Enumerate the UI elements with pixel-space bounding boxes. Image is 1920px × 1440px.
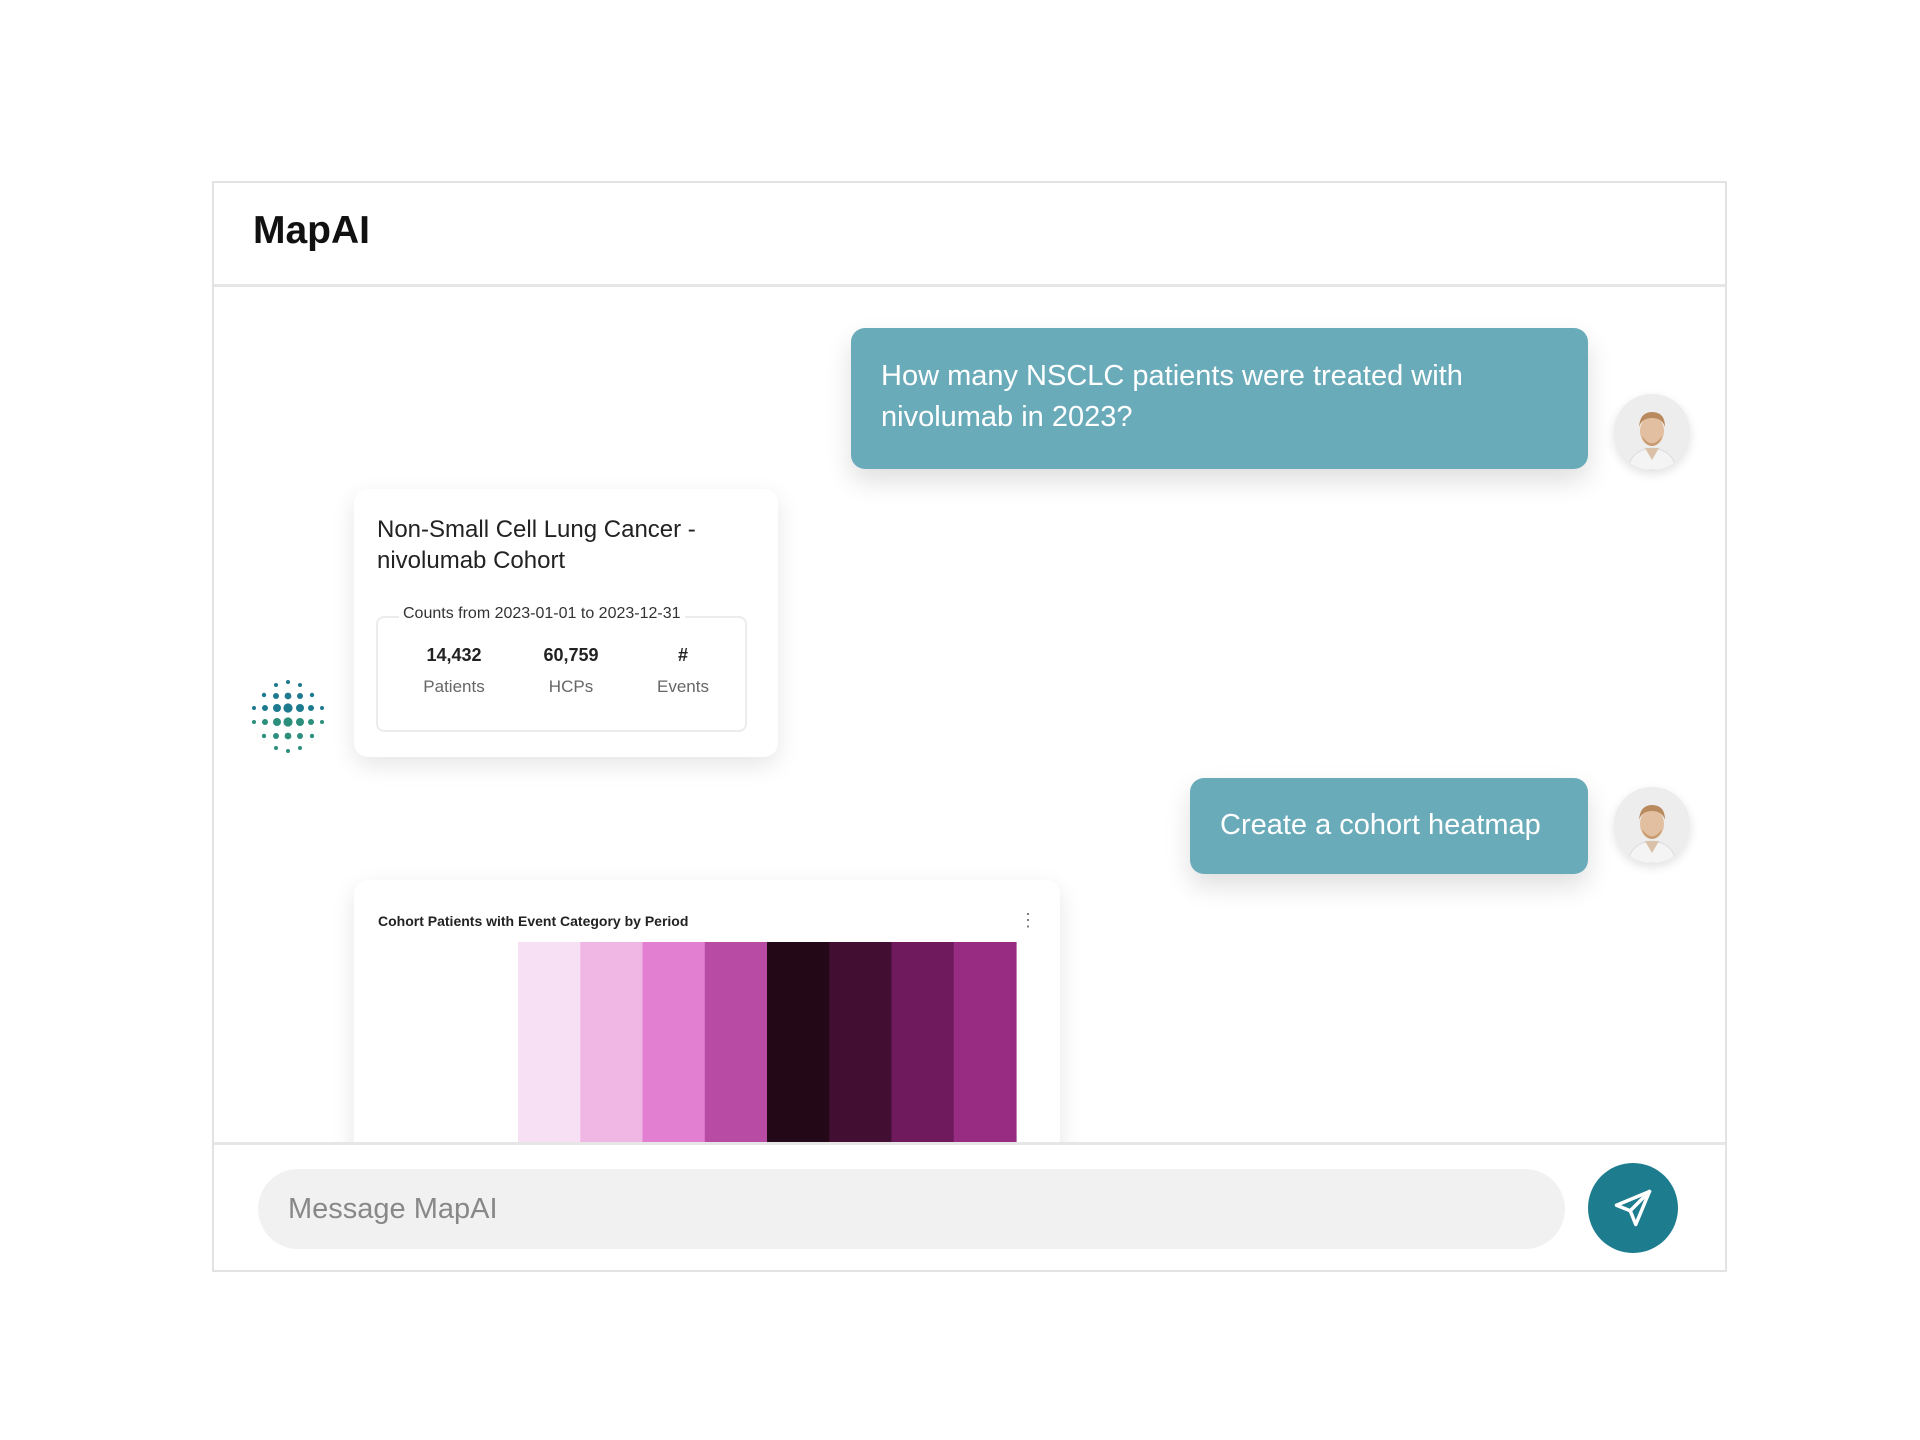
cohort-card-title: Non-Small Cell Lung Cancer - nivolumab C…: [377, 516, 696, 574]
mapai-dot-logo: [252, 680, 324, 753]
stat-patients: 14,432 Patients: [406, 644, 502, 697]
heatmap-cell: [580, 942, 644, 1142]
stat-value: 14,432: [426, 645, 482, 665]
stat-label: HCPs: [548, 677, 594, 696]
stat-hcps: 60,759 HCPs: [523, 644, 619, 697]
heatmap-cell: [518, 942, 581, 1142]
chat-thread[interactable]: How many NSCLC patients were treated wit…: [214, 287, 1725, 1142]
stat-label: Events: [657, 677, 709, 696]
heatmap-cell: [891, 942, 955, 1142]
heatmap-cell: [953, 942, 1017, 1142]
counts-box: Counts from 2023-01-01 to 2023-12-31 14,…: [376, 605, 747, 732]
heatmap-card: Cohort Patients with Event Category by P…: [354, 880, 1060, 1142]
heatmap-cell: [642, 942, 706, 1142]
composer-bar: [214, 1142, 1725, 1270]
chat-window: MapAI How many NSCLC patients were treat…: [212, 181, 1727, 1272]
heatmap-chart: [518, 942, 1017, 1142]
user-avatar-icon: [1614, 394, 1690, 470]
stat-value: #: [677, 645, 688, 665]
heatmap-cell: [767, 942, 830, 1142]
cohort-summary-card: Non-Small Cell Lung Cancer - nivolumab C…: [354, 489, 778, 757]
counts-date-range: Counts from 2023-01-01 to 2023-12-31: [399, 605, 685, 623]
user-message-bubble: How many NSCLC patients were treated wit…: [851, 328, 1588, 469]
user-avatar: [1614, 787, 1690, 863]
user-avatar-icon: [1614, 787, 1690, 863]
send-icon: [1614, 1189, 1652, 1227]
heatmap-cell: [704, 942, 768, 1142]
stat-events: # Events: [635, 644, 731, 697]
send-button[interactable]: [1588, 1163, 1678, 1253]
message-input[interactable]: [258, 1169, 1565, 1249]
user-message-bubble: Create a cohort heatmap: [1190, 778, 1588, 874]
stat-value: 60,759: [543, 645, 599, 665]
app-header: MapAI: [214, 183, 1725, 287]
stat-label: Patients: [423, 677, 485, 696]
user-avatar: [1614, 394, 1690, 470]
mapai-logo-icon: [248, 677, 328, 757]
app-title: MapAI: [253, 209, 370, 252]
heatmap-cell: [829, 942, 893, 1142]
